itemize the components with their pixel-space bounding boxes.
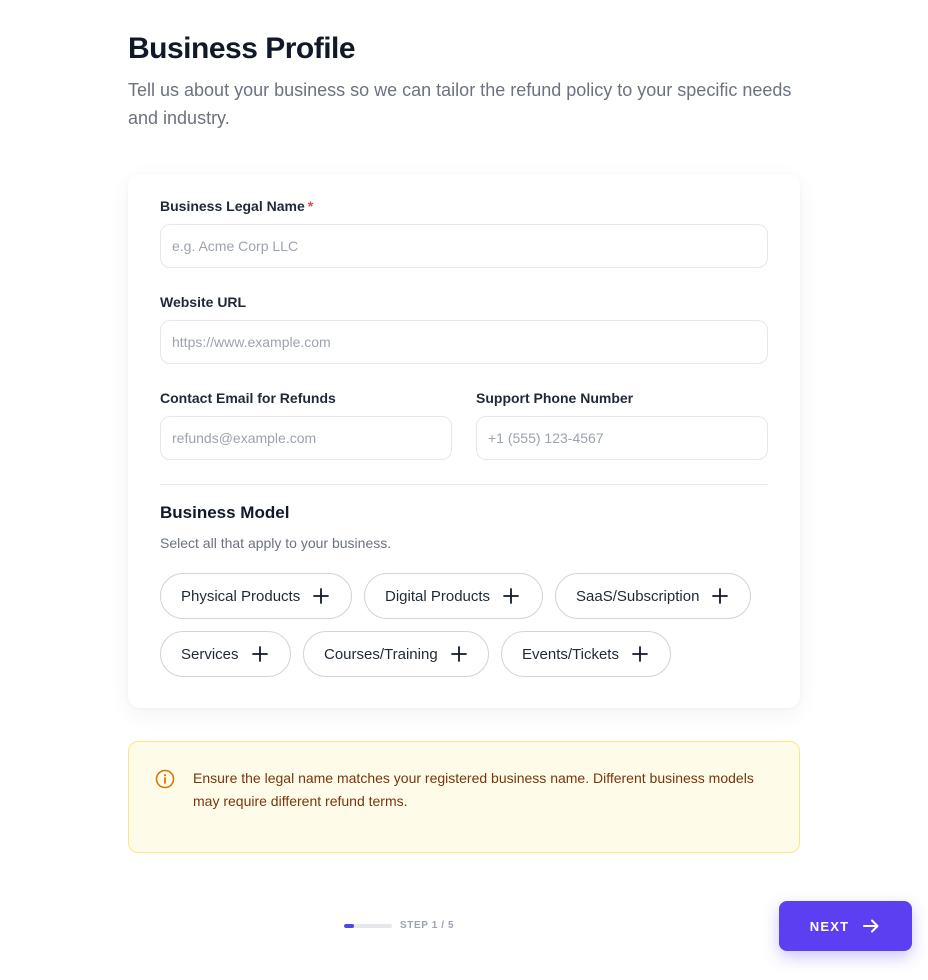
info-icon (155, 769, 175, 789)
chip-label: Courses/Training (324, 645, 438, 663)
next-button[interactable]: NEXT (779, 901, 912, 951)
website-input[interactable] (160, 320, 768, 364)
section-divider (160, 484, 768, 485)
chip-label: Physical Products (181, 587, 301, 605)
website-label: Website URL (160, 294, 247, 310)
step-progress-bar (344, 924, 392, 928)
plus-icon (632, 646, 648, 662)
plus-icon (503, 588, 519, 604)
required-mark: * (307, 198, 314, 214)
legal-name-input[interactable] (160, 224, 768, 268)
arrow-right-icon (863, 919, 879, 933)
legal-name-label-text: Business Legal Name (160, 198, 305, 214)
page: Business Profile Tell us about your busi… (0, 0, 928, 980)
chip-label: Events/Tickets (522, 645, 619, 663)
phone-input[interactable] (476, 416, 768, 460)
chip-label: SaaS/Subscription (576, 587, 700, 605)
chip-services[interactable]: Services (160, 631, 291, 677)
page-title: Business Profile (128, 32, 356, 65)
chip-events-tickets[interactable]: Events/Tickets (501, 631, 671, 677)
page-subtitle: Tell us about your business so we can ta… (128, 80, 792, 128)
info-note: Ensure the legal name matches your regis… (128, 741, 800, 853)
plus-icon (251, 646, 268, 662)
step-progress-fill (344, 924, 354, 928)
email-input[interactable] (160, 416, 452, 460)
legal-name-label: Business Legal Name * (160, 198, 313, 214)
chip-label: Digital Products (385, 587, 491, 605)
plus-icon (313, 588, 330, 604)
chip-label: Services (181, 645, 239, 663)
chip-digital-products[interactable]: Digital Products (364, 573, 543, 619)
chip-physical-products[interactable]: Physical Products (160, 573, 352, 619)
info-note-text: Ensure the legal name matches your regis… (193, 770, 754, 809)
email-label: Contact Email for Refunds (160, 390, 336, 406)
step-indicator: STEP 1 / 5 (400, 920, 455, 931)
plus-icon (450, 646, 467, 662)
phone-label: Support Phone Number (476, 390, 634, 406)
business-model-title: Business Model (160, 503, 290, 522)
chip-courses-training[interactable]: Courses/Training (303, 631, 489, 677)
plus-icon (712, 588, 729, 604)
business-form-card: Business Legal Name* Website URL Contact… (128, 174, 800, 708)
business-model-description: Select all that apply to your business. (160, 535, 392, 551)
chip-saas-subscription[interactable]: SaaS/Subscription (555, 573, 751, 619)
next-button-label: NEXT (809, 918, 850, 934)
